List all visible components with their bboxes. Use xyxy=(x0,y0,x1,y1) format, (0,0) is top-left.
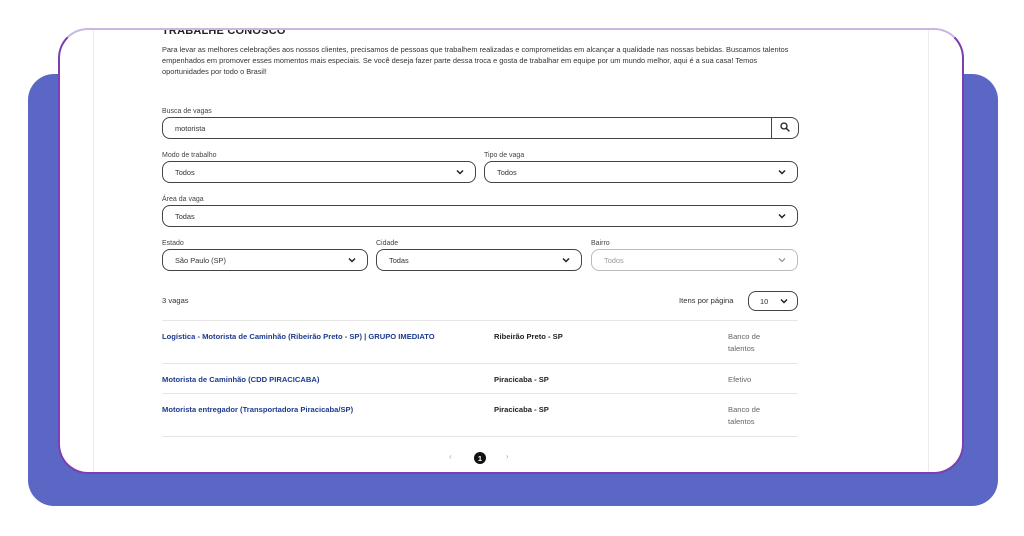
search-button[interactable] xyxy=(771,117,799,139)
chevron-down-icon xyxy=(777,255,787,265)
pagination-current-page[interactable]: 1 xyxy=(474,452,486,464)
area-select[interactable]: Todas xyxy=(162,205,798,227)
state-label: Estado xyxy=(162,240,184,247)
chevron-down-icon xyxy=(779,296,789,306)
city-label: Cidade xyxy=(376,240,399,247)
results-count: 3 vagas xyxy=(162,296,189,305)
job-type-select[interactable]: Todos xyxy=(484,161,798,183)
state-value: São Paulo (SP) xyxy=(175,255,226,265)
pagination-prev[interactable]: ‹ xyxy=(449,452,452,461)
stage: TRABALHE CONOSCO Para levar as melhores … xyxy=(0,0,1024,536)
divider xyxy=(162,320,798,321)
work-mode-select[interactable]: Todos xyxy=(162,161,476,183)
divider xyxy=(162,363,798,364)
area-value: Todas xyxy=(175,211,195,221)
search-input[interactable]: motorista xyxy=(162,117,772,139)
job-type: Efetivo xyxy=(728,375,752,384)
job-city: Ribeirão Preto - SP xyxy=(494,332,563,341)
city-select[interactable]: Todas xyxy=(376,249,582,271)
job-city: Piracicaba - SP xyxy=(494,375,549,384)
chevron-down-icon xyxy=(777,211,787,221)
chevron-down-icon xyxy=(455,167,465,177)
job-type-value: Todos xyxy=(497,167,517,177)
careers-page: TRABALHE CONOSCO Para levar as melhores … xyxy=(94,28,928,472)
screenshot-card: TRABALHE CONOSCO Para levar as melhores … xyxy=(58,28,964,474)
search-label: Busca de vagas xyxy=(162,108,212,115)
page-title: TRABALHE CONOSCO xyxy=(162,28,286,37)
state-select[interactable]: São Paulo (SP) xyxy=(162,249,368,271)
district-label: Bairro xyxy=(591,240,610,247)
city-value: Todas xyxy=(389,255,409,265)
district-value: Todos xyxy=(604,255,624,265)
search-icon xyxy=(780,119,790,137)
work-mode-value: Todos xyxy=(175,167,195,177)
pagination-next[interactable]: › xyxy=(506,452,509,461)
job-type-label: Tipo de vaga xyxy=(484,152,525,159)
job-city: Piracicaba - SP xyxy=(494,405,549,414)
page-intro: Para levar as melhores celebrações aos n… xyxy=(162,45,789,77)
divider xyxy=(162,393,798,394)
items-per-page-value: 10 xyxy=(760,296,769,306)
job-title-link[interactable]: Motorista entregador (Transportadora Pir… xyxy=(162,405,353,414)
chevron-down-icon xyxy=(347,255,357,265)
work-mode-label: Modo de trabalho xyxy=(162,152,217,159)
area-label: Área da vaga xyxy=(162,196,204,203)
search-input-value: motorista xyxy=(175,123,206,133)
items-per-page-select[interactable]: 10 xyxy=(748,291,798,311)
divider xyxy=(162,436,798,437)
job-title-link[interactable]: Logística - Motorista de Caminhão (Ribei… xyxy=(162,332,435,341)
job-type: Banco de talentos xyxy=(728,405,761,426)
job-type: Banco de talentos xyxy=(728,332,761,353)
chevron-down-icon xyxy=(561,255,571,265)
chevron-down-icon xyxy=(777,167,787,177)
job-title-link[interactable]: Motorista de Caminhão (CDD PIRACICABA) xyxy=(162,375,319,384)
district-select[interactable]: Todos xyxy=(591,249,798,271)
items-per-page-label: Itens por página xyxy=(679,296,734,305)
